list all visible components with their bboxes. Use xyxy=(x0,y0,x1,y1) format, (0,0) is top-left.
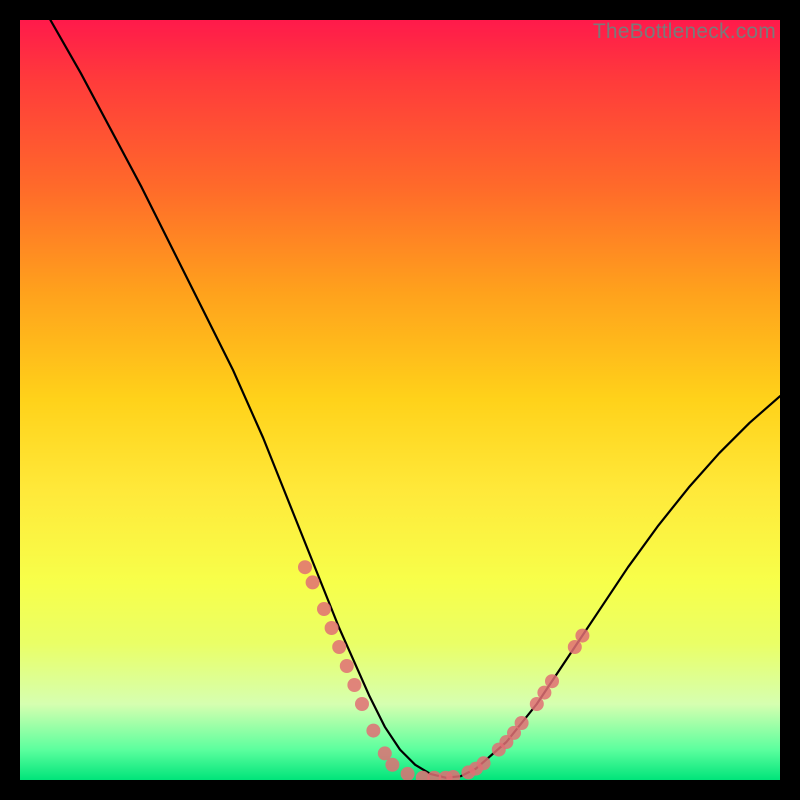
data-point-marker xyxy=(385,758,399,772)
data-point-marker xyxy=(306,575,320,589)
data-point-marker xyxy=(317,602,331,616)
data-point-marker xyxy=(515,716,529,730)
data-point-marker xyxy=(332,640,346,654)
data-point-marker xyxy=(537,686,551,700)
data-point-marker xyxy=(355,697,369,711)
data-point-marker xyxy=(366,724,380,738)
data-point-marker xyxy=(568,640,582,654)
data-point-marker xyxy=(545,674,559,688)
data-point-marker xyxy=(340,659,354,673)
data-point-marker xyxy=(477,756,491,770)
data-point-marker xyxy=(378,746,392,760)
plot-area: TheBottleneck.com xyxy=(20,20,780,780)
data-point-marker xyxy=(575,629,589,643)
chart-container: TheBottleneck.com xyxy=(0,0,800,800)
data-point-marker xyxy=(325,621,339,635)
data-point-marker xyxy=(530,697,544,711)
bottleneck-curve xyxy=(50,20,780,778)
data-point-marker xyxy=(298,560,312,574)
data-point-marker xyxy=(347,678,361,692)
data-point-marker xyxy=(401,767,415,780)
chart-svg xyxy=(20,20,780,780)
